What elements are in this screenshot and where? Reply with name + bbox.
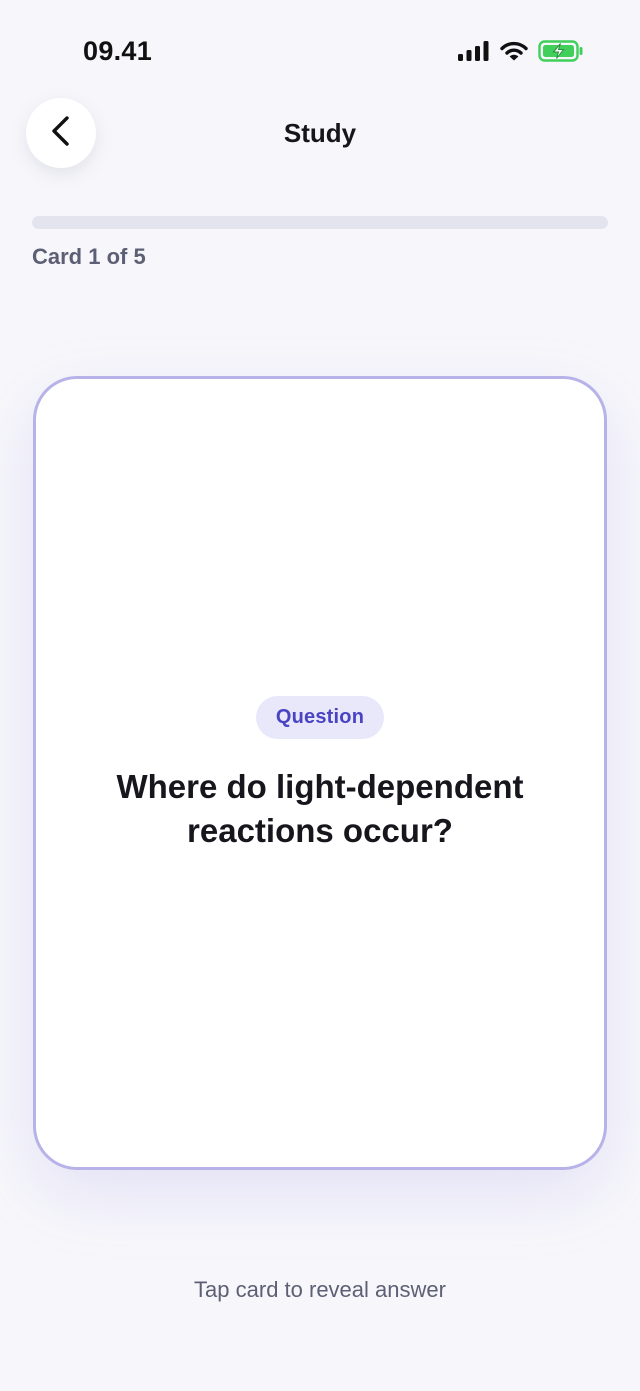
reveal-hint: Tap card to reveal answer	[194, 1277, 446, 1302]
wifi-icon	[500, 40, 528, 67]
status-time: 09.41	[83, 36, 153, 66]
status-bar: 09.41	[0, 0, 640, 100]
question-text: Where do light-dependent reactions occur…	[116, 768, 524, 849]
signal-icon	[458, 41, 490, 66]
status-icons	[458, 40, 584, 67]
battery-charging-icon	[538, 40, 584, 67]
flashcard[interactable]: Question Where do light-dependent reacti…	[33, 376, 607, 1170]
page-title: Study	[283, 118, 357, 148]
header: Study	[0, 98, 640, 170]
card-counter: Card 1 of 5	[32, 244, 146, 269]
card-content: Question Where do light-dependent reacti…	[36, 696, 604, 853]
question-badge: Question	[255, 696, 385, 739]
progress-bar	[32, 216, 608, 229]
